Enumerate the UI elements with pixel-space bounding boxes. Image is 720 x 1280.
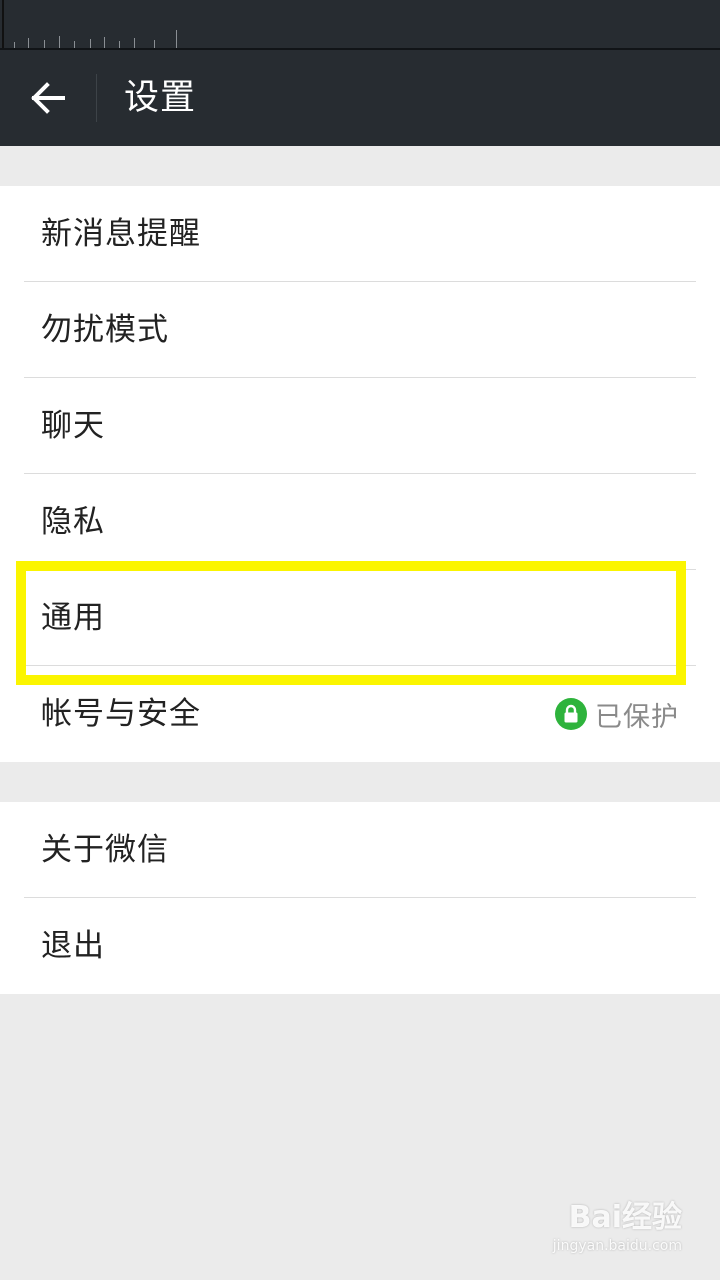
settings-item-label: 勿扰模式 <box>41 312 169 348</box>
status-text: 已保护 <box>595 701 679 733</box>
settings-item-label: 帐号与安全 <box>41 696 201 732</box>
settings-item-label: 隐私 <box>41 504 105 540</box>
settings-item-privacy[interactable]: 隐私 <box>0 474 720 570</box>
settings-item-chat[interactable]: 聊天 <box>0 378 720 474</box>
app-bar-divider <box>96 74 97 122</box>
settings-item-label: 退出 <box>41 928 105 964</box>
settings-item-label: 聊天 <box>41 408 105 444</box>
settings-item-account-security[interactable]: 帐号与安全 已保护 <box>0 666 720 762</box>
settings-item-do-not-disturb[interactable]: 勿扰模式 <box>0 282 720 378</box>
status-bar <box>0 0 720 48</box>
settings-item-new-message-alerts[interactable]: 新消息提醒 <box>0 186 720 282</box>
status-bar-graph <box>2 0 184 48</box>
lock-icon <box>555 698 587 730</box>
watermark-sub-text: jingyan.baidu.com <box>552 1238 682 1254</box>
settings-group-main: 新消息提醒 勿扰模式 聊天 隐私 通用 帐号与安全 已保护 <box>0 186 720 762</box>
settings-group-secondary: 关于微信 退出 <box>0 802 720 994</box>
protection-status: 已保护 <box>555 666 679 762</box>
settings-item-label: 新消息提醒 <box>41 216 201 252</box>
back-button[interactable] <box>18 72 78 124</box>
settings-item-logout[interactable]: 退出 <box>0 898 720 994</box>
settings-item-general[interactable]: 通用 <box>0 570 720 666</box>
baidu-jingyan-watermark: Bai经验 jingyan.baidu.com <box>553 1198 682 1254</box>
settings-item-label: 通用 <box>41 600 105 636</box>
page-title: 设置 <box>124 78 197 118</box>
app-bar: 设置 <box>0 50 720 146</box>
settings-item-label: 关于微信 <box>41 832 169 868</box>
arrow-left-icon <box>31 82 65 114</box>
settings-item-about-wechat[interactable]: 关于微信 <box>0 802 720 898</box>
watermark-main-text: Bai经验 <box>568 1200 682 1235</box>
